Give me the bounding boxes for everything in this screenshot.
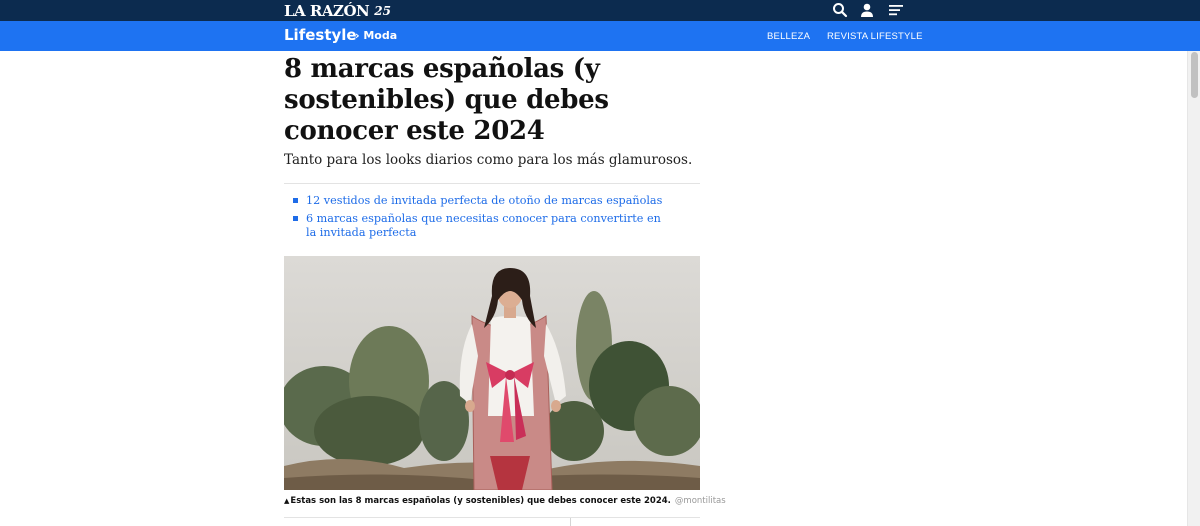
related-article-link[interactable]: 6 marcas españolas que necesitas conocer… [293,212,673,240]
hero-image [284,256,700,490]
divider [284,517,700,518]
page-scrollbar[interactable] [1187,51,1200,526]
related-article-link[interactable]: 12 vestidos de invitada perfecta de otoñ… [293,194,673,208]
search-icon[interactable] [832,2,848,18]
breadcrumb-moda[interactable]: › Moda [355,29,397,42]
divider-tick [570,518,571,526]
top-header-bar: LA RAZÓN 25 [0,0,1200,21]
bullet-icon [293,216,298,221]
related-article-title[interactable]: 12 vestidos de invitada perfecta de otoñ… [306,194,662,207]
site-logo[interactable]: LA RAZÓN 25 [284,1,391,21]
divider [284,183,700,184]
photo-credit: @montilitas [674,496,726,506]
section-title[interactable]: Lifestyle [284,26,357,44]
caption-text: Estas son las 8 marcas españolas (y sost… [290,496,671,506]
image-caption: ▲Estas son las 8 marcas españolas (y sos… [284,496,726,506]
menu-icon[interactable] [888,2,904,18]
bullet-icon [293,198,298,203]
user-icon[interactable] [859,2,875,18]
nav-link-belleza[interactable]: BELLEZA [767,31,810,42]
related-article-title[interactable]: 6 marcas españolas que necesitas conocer… [306,212,661,239]
section-navbar: Lifestyle › Moda BELLEZA REVISTA LIFESTY… [0,21,1200,51]
caption-triangle-icon: ▲ [284,497,290,505]
nav-link-revista-lifestyle[interactable]: REVISTA LIFESTYLE [827,31,923,42]
article-subheadline: Tanto para los looks diarios como para l… [284,152,693,168]
logo-anniversary-badge: 25 [374,4,391,18]
related-articles-list: 12 vestidos de invitada perfecta de otoñ… [293,194,673,244]
logo-text: LA RAZÓN [284,2,370,20]
scrollbar-thumb[interactable] [1191,52,1198,98]
article-headline: 8 marcas españolas (y sostenibles) que d… [284,54,609,146]
